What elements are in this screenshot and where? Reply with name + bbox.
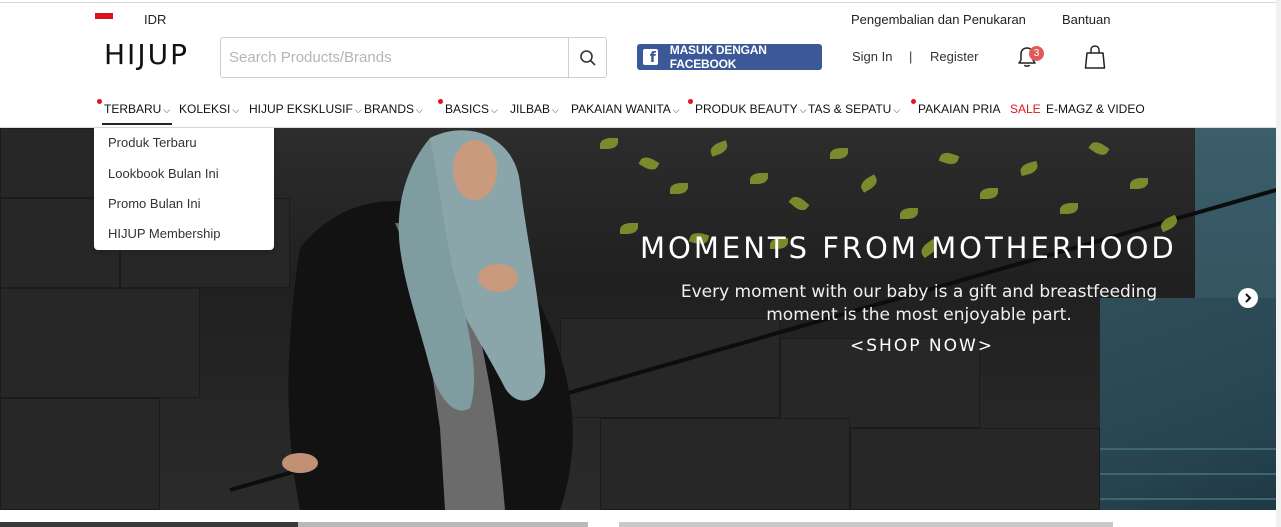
chevron-down-icon: ⌵ <box>893 105 901 115</box>
facebook-icon: f <box>643 49 658 65</box>
hijup-logo[interactable]: HIJUP <box>104 38 189 71</box>
new-dot-icon <box>688 99 693 104</box>
nav-item-emagz-video[interactable]: E-MAGZ & VIDEO <box>1046 102 1145 116</box>
dropdown-item-lookbook[interactable]: Lookbook Bulan Ini <box>108 166 219 181</box>
nav-item-pakaian-wanita[interactable]: PAKAIAN WANITA ⌵ <box>571 102 680 116</box>
register-link[interactable]: Register <box>930 49 978 64</box>
chevron-down-icon: ⌵ <box>491 105 498 115</box>
new-dot-icon <box>911 99 916 104</box>
nav-item-hijup-eksklusif[interactable]: HIJUP EKSKLUSIF ⌵ <box>249 102 362 116</box>
stairs <box>1100 298 1276 510</box>
search-bar <box>220 37 607 78</box>
indonesia-flag-icon[interactable] <box>95 13 113 25</box>
chevron-down-icon: ⌵ <box>232 105 240 115</box>
dropdown-item-promo[interactable]: Promo Bulan Ini <box>108 196 201 211</box>
terbaru-dropdown: Produk Terbaru Lookbook Bulan Ini Promo … <box>94 128 274 250</box>
nav-item-pakaian-pria[interactable]: PAKAIAN PRIA <box>911 99 1000 116</box>
search-icon <box>579 49 596 66</box>
chevron-down-icon: ⌵ <box>672 105 680 115</box>
facebook-login-button[interactable]: f MASUK DENGAN FACEBOOK <box>637 43 822 71</box>
facebook-login-label: MASUK DENGAN FACEBOOK <box>669 43 767 71</box>
nav-item-sale[interactable]: SALE <box>1010 102 1041 116</box>
chevron-right-icon <box>1245 293 1252 303</box>
auth-separator: | <box>909 49 913 64</box>
nav-item-brands[interactable]: BRANDS ⌵ <box>364 102 423 116</box>
nav-item-koleksi[interactable]: KOLEKSI ⌵ <box>179 102 239 116</box>
main-nav: TERBARU ⌵ KOLEKSI ⌵ HIJUP EKSKLUSIF ⌵ BRAND… <box>0 98 1281 128</box>
nav-item-tas-sepatu[interactable]: TAS & SEPATU ⌵ <box>808 102 900 116</box>
nav-item-jilbab[interactable]: JILBAB ⌵ <box>510 102 559 116</box>
chevron-down-icon: ⌵ <box>163 105 171 115</box>
search-input[interactable] <box>221 38 568 77</box>
promo-thumbnail[interactable] <box>298 522 588 527</box>
returns-link[interactable]: Pengembalian dan Penukaran <box>851 12 1026 27</box>
cart-button[interactable] <box>1084 44 1106 70</box>
sign-in-link[interactable]: Sign In <box>852 49 892 64</box>
nav-item-basics[interactable]: BASICS ⌵ <box>438 99 498 116</box>
notification-badge: 3 <box>1029 46 1044 61</box>
model-photo <box>282 130 573 510</box>
hero-title: MOMENTS FROM MOTHERHOOD <box>640 231 1177 265</box>
promo-thumbnail[interactable] <box>0 522 298 527</box>
carousel-next-button[interactable] <box>1238 288 1258 308</box>
promo-thumbnail[interactable] <box>619 522 1113 527</box>
nav-item-produk-beauty[interactable]: PRODUK BEAUTY ⌵ <box>688 99 807 116</box>
new-dot-icon <box>97 99 102 104</box>
top-border <box>0 2 1281 3</box>
dropdown-item-produk-terbaru[interactable]: Produk Terbaru <box>108 135 197 150</box>
search-button[interactable] <box>568 38 606 77</box>
nav-item-terbaru[interactable]: TERBARU ⌵ <box>97 99 173 125</box>
chevron-down-icon: ⌵ <box>416 105 423 115</box>
hero-subtitle-line2: moment is the most enjoyable part. <box>766 305 1072 325</box>
page-scrollbar[interactable] <box>1276 0 1281 527</box>
hero-subtitle: Every moment with our baby is a gift and… <box>676 281 1162 327</box>
currency-selector[interactable]: IDR <box>144 12 166 27</box>
shopping-bag-icon <box>1084 45 1106 69</box>
wall-block <box>850 428 1100 510</box>
new-dot-icon <box>438 99 443 104</box>
shop-now-link[interactable]: <SHOP NOW> <box>850 336 994 356</box>
chevron-down-icon: ⌵ <box>552 105 559 115</box>
chevron-down-icon: ⌵ <box>799 105 807 115</box>
help-link[interactable]: Bantuan <box>1062 12 1110 27</box>
wall-block <box>600 418 850 510</box>
dropdown-item-membership[interactable]: HIJUP Membership <box>108 226 220 241</box>
chevron-down-icon: ⌵ <box>354 105 362 115</box>
hero-subtitle-line1: Every moment with our baby is a gift and… <box>680 282 1158 302</box>
